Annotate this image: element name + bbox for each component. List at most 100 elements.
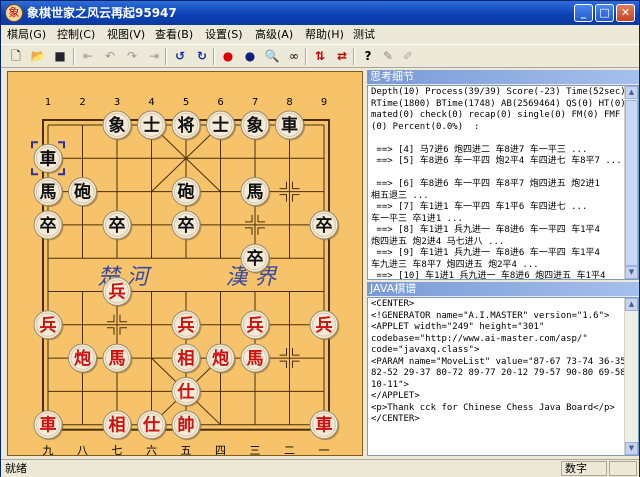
red-piece-label: 兵 [40,315,57,336]
file-number-bottom: 九 [43,444,54,457]
position-marker [257,214,265,223]
new-icon[interactable]: 🗋 [7,48,25,65]
red-piece-label: 兵 [178,315,195,336]
toolbar-separator [73,48,75,65]
red-piece-label: 相 [178,348,195,369]
menu-settings[interactable]: 设置(S) [205,27,243,42]
red-piece-label: 馬 [247,349,264,369]
toolbar-separator [213,48,215,65]
prev-move-icon[interactable]: ↶ [101,48,119,65]
thinking-scrollbar[interactable]: ▲ ▼ [624,86,638,279]
menu-view[interactable]: 视图(V) [107,27,145,42]
file-number-bottom: 八 [77,444,88,457]
menu-advanced[interactable]: 高级(A) [255,27,293,42]
redo-icon[interactable]: ↻ [193,48,211,65]
java-text: <CENTER> <!GENERATOR name="A.I.MASTER" v… [371,299,626,424]
file-number-top: 8 [286,97,292,108]
search-icon[interactable]: 🔍 [263,48,281,65]
file-number-top: 5 [183,97,189,108]
black-piece-label: 馬 [247,183,264,203]
red-piece-label: 兵 [316,315,333,336]
file-number-bottom: 一 [319,444,330,457]
position-marker [119,327,127,335]
file-number-bottom: 七 [112,444,123,457]
save-icon[interactable]: ■ [51,48,69,65]
last-move-icon[interactable]: ⇥ [145,48,163,65]
black-piece-label: 車 [281,115,298,136]
pen-icon[interactable]: ✎ [379,48,397,65]
status-mode: 数字 [561,461,607,476]
red-piece-label: 車 [316,415,333,436]
help-icon[interactable]: ? [359,48,377,65]
black-piece-label: 卒 [316,215,333,236]
red-piece-label: 炮 [212,348,229,369]
position-marker [279,360,287,369]
next-move-icon[interactable]: ↷ [123,48,141,65]
file-number-bottom: 三 [250,444,261,457]
file-number-bottom: 六 [146,444,157,457]
title-bar[interactable]: 象 象棋世家之风云再起95947 _ □ ✕ [1,1,639,25]
window-title: 象棋世家之风云再起95947 [27,6,177,20]
scroll-down-icon[interactable]: ▼ [625,266,638,279]
scroll-thumb[interactable] [625,100,638,266]
undo-icon[interactable]: ↺ [171,48,189,65]
red-piece-label: 相 [109,415,126,436]
thinking-panel[interactable]: Depth(10) Process(39/39) Score(-23) Time… [367,85,639,280]
chess-board[interactable]: 楚 河漢 界1 2 3 4 5 6 7 8 9九八七六五四三二一象士将士象車車馬砲砲馬卒卒卒卒卒… [8,72,364,457]
black-piece-label: 砲 [74,182,91,203]
black-piece-label: 将 [178,115,195,136]
menu-browse[interactable]: 查看(B) [155,27,193,42]
red-piece-label: 車 [40,415,57,436]
glasses-icon[interactable]: ∞ [285,48,303,65]
selection-marker [31,168,38,176]
position-marker [107,314,115,323]
position-marker [107,327,115,335]
position-marker [292,348,300,356]
position-marker [119,314,127,323]
toolbar-separator [305,48,307,65]
chess-board-area[interactable]: 楚 河漢 界123456789九八七六五四三二一象士将士象車車馬砲砲馬卒卒卒卒卒… [7,71,364,457]
position-marker [292,194,300,202]
java-panel[interactable]: <CENTER> <!GENERATOR name="A.I.MASTER" v… [367,297,639,456]
black-piece-label: 象 [109,115,126,136]
toolbar-separator [353,48,355,65]
swap-icon[interactable]: ⇅ [311,48,329,65]
scroll-up-icon[interactable]: ▲ [625,298,638,311]
file-number-bottom: 五 [181,444,192,457]
first-move-icon[interactable]: ⇤ [79,48,97,65]
pen-gray-icon[interactable]: ✐ [399,48,417,65]
flip-icon[interactable]: ⇄ [333,48,351,65]
position-marker [245,227,253,235]
scroll-down-icon[interactable]: ▼ [625,442,638,455]
menu-help[interactable]: 帮助(H) [305,27,344,42]
black-piece-label: 象 [247,115,264,136]
red-piece-icon[interactable]: ● [219,48,237,65]
position-marker [279,194,287,202]
red-piece-label: 炮 [74,348,91,369]
chess-app-icon[interactable]: 象 [5,4,23,22]
open-icon[interactable]: 📂 [29,48,47,65]
minimize-button[interactable]: _ [574,4,593,22]
java-scrollbar[interactable]: ▲ ▼ [624,298,638,455]
menu-game[interactable]: 棋局(G) [7,27,46,42]
position-marker [279,181,287,190]
file-number-bottom: 二 [284,444,295,457]
app-window: 象 象棋世家之风云再起95947 _ □ ✕ 棋局(G) 控制(C) 视图(V)… [0,0,640,477]
position-marker [292,360,300,369]
maximize-button[interactable]: □ [595,4,614,22]
black-piece-label: 士 [212,115,229,136]
red-piece-label: 兵 [109,282,126,303]
file-number-top: 1 [45,97,51,108]
scroll-up-icon[interactable]: ▲ [625,86,638,99]
thinking-text: Depth(10) Process(39/39) Score(-23) Time… [371,87,626,280]
menu-test[interactable]: 测试 [353,27,375,42]
black-piece-icon[interactable]: ● [241,48,259,65]
position-marker [245,214,253,223]
black-piece-label: 士 [143,115,160,136]
file-number-top: 4 [148,97,154,108]
file-number-top: 2 [79,97,85,108]
close-button[interactable]: ✕ [616,4,635,22]
black-piece-label: 車 [40,148,57,169]
menu-control[interactable]: 控制(C) [57,27,95,42]
position-marker [279,348,287,356]
